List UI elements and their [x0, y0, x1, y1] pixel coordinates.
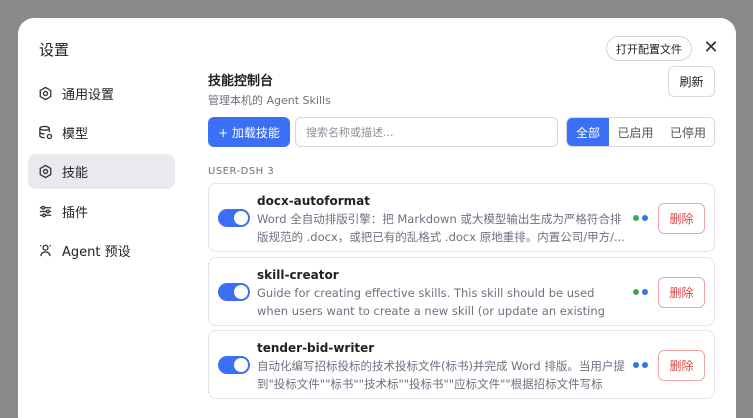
page-title: 技能控制台	[208, 74, 274, 89]
skill-name: skill-creator	[257, 268, 339, 282]
status-dot-blue	[642, 362, 648, 368]
sliders-icon	[39, 205, 52, 218]
skill-enabled-toggle[interactable]	[218, 283, 250, 301]
status-filter: 全部 已启用 已停用	[566, 117, 715, 147]
status-dot-blue	[642, 289, 648, 295]
delete-button[interactable]: 删除	[658, 277, 705, 308]
status-dot-blue	[633, 362, 639, 368]
status-dot-blue	[642, 215, 648, 221]
close-icon[interactable]: ✕	[702, 39, 720, 57]
skill-card: skill-creator Guide for creating effecti…	[208, 257, 715, 326]
sidebar-item-skills[interactable]: 技能	[28, 154, 175, 189]
agent-icon	[39, 244, 52, 257]
sidebar-item-label: 模型	[62, 127, 89, 142]
settings-modal: 设置 打开配置文件 ✕ 通用设置 模型 技能 插件 Agent 预设 技能控制台…	[18, 18, 736, 418]
page-subtitle: 管理本机的 Agent Skills	[208, 94, 331, 107]
skill-description: 自动化编写招标投标的技术投标文件(标书)并完成 Word 排版。当用户提到"投标…	[257, 359, 625, 391]
skill-description: Word 全自动排版引擎：把 Markdown 或大模型输出生成为严格符合排版规…	[257, 212, 625, 244]
sidebar-item-label: Agent 预设	[62, 245, 131, 260]
skill-name: docx-autoformat	[257, 194, 371, 208]
sidebar-item-models[interactable]: 模型	[28, 115, 175, 150]
skill-description: Guide for creating effective skills. Thi…	[257, 286, 605, 318]
skill-enabled-toggle[interactable]	[218, 209, 250, 227]
status-dots	[633, 362, 651, 368]
filter-enabled[interactable]: 已启用	[609, 118, 662, 146]
modal-title: 设置	[39, 41, 70, 59]
gear-icon	[39, 164, 52, 179]
group-label: USER-DSH 3	[208, 166, 275, 177]
database-icon	[39, 125, 53, 140]
delete-button[interactable]: 删除	[658, 350, 705, 381]
sidebar-item-general[interactable]: 通用设置	[28, 76, 175, 111]
sidebar-item-label: 插件	[62, 206, 89, 221]
sidebar-item-plugins[interactable]: 插件	[28, 194, 175, 229]
sidebar-item-label: 技能	[62, 166, 89, 181]
status-dot-green	[633, 215, 639, 221]
skill-name: tender-bid-writer	[257, 341, 375, 355]
skill-card: docx-autoformat Word 全自动排版引擎：把 Markdown …	[208, 183, 715, 252]
status-dots	[633, 289, 651, 295]
refresh-button[interactable]: 刷新	[668, 66, 715, 97]
filter-disabled[interactable]: 已停用	[662, 118, 714, 146]
search-input[interactable]	[295, 117, 558, 147]
skill-card: tender-bid-writer 自动化编写招标投标的技术投标文件(标书)并完…	[208, 330, 715, 399]
open-config-file-button[interactable]: 打开配置文件	[606, 36, 692, 61]
delete-button[interactable]: 删除	[658, 203, 705, 234]
filter-all[interactable]: 全部	[567, 118, 609, 146]
gear-icon	[39, 86, 52, 101]
sidebar-item-label: 通用设置	[62, 88, 115, 103]
sidebar-item-agent-presets[interactable]: Agent 预设	[28, 233, 175, 268]
skill-enabled-toggle[interactable]	[218, 356, 250, 374]
status-dot-green	[633, 289, 639, 295]
status-dots	[633, 215, 651, 221]
load-skill-button[interactable]: + 加载技能	[208, 117, 290, 147]
